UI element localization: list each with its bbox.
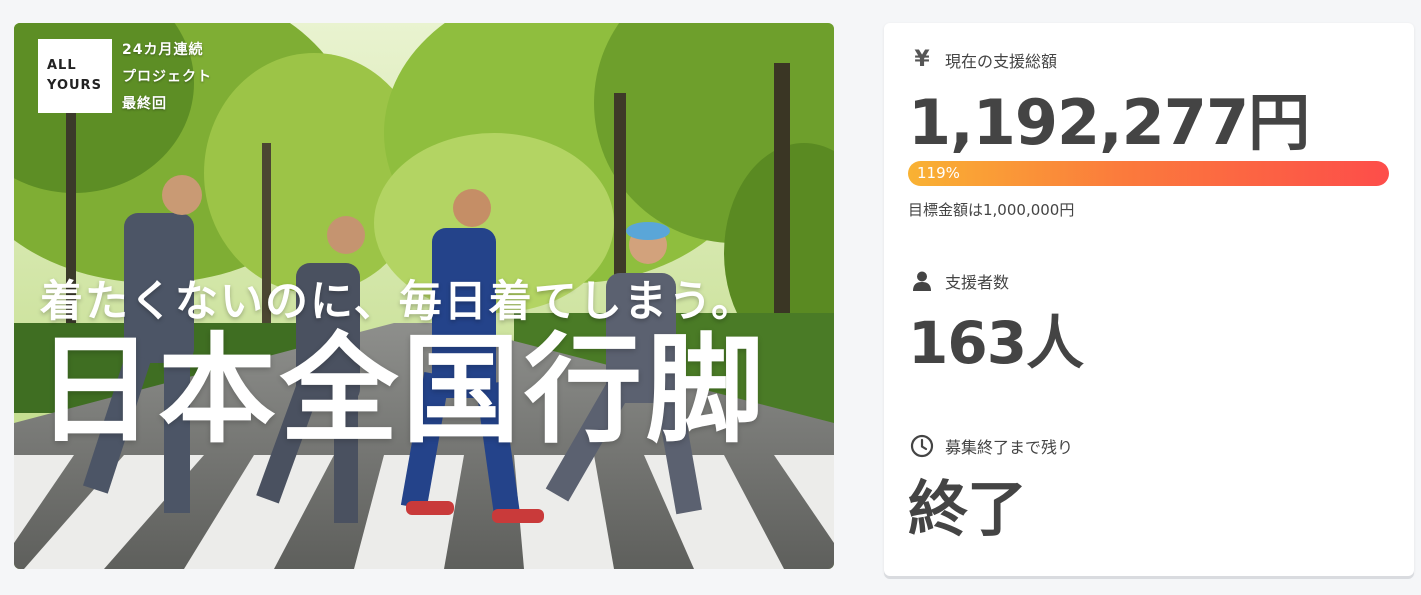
progress-percent: 119%: [917, 164, 960, 182]
yen-icon: ¥: [914, 47, 930, 72]
amount-label-row: ¥ 現在の支援総額: [908, 47, 1057, 72]
remaining-value: 終了: [908, 475, 1027, 545]
supporters-label: 支援者数: [945, 273, 1010, 292]
all-yours-logo: ALL YOURS: [38, 39, 112, 113]
hero-title: 日本全国行脚: [36, 321, 769, 459]
hero-catchphrase: 着たくないのに、毎日着てしまう。: [40, 277, 757, 327]
supporters-label-row: 支援者数: [908, 269, 1009, 293]
amount-label: 現在の支援総額: [945, 51, 1058, 71]
remaining-label: 募集終了まで残り: [945, 438, 1074, 457]
remaining-label-row: 募集終了まで残り: [908, 434, 1073, 458]
funding-stats-card: ¥ 現在の支援総額 1,192,277円 119% 目標金額は1,000,000…: [884, 23, 1414, 576]
series-caption: 24カ月連続 プロジェクト 最終回: [122, 37, 212, 118]
series-line-1: 24カ月連続: [122, 42, 204, 58]
person-icon: [908, 271, 936, 291]
project-hero-image: ALL YOURS 24カ月連続 プロジェクト 最終回 着たくないのに、毎日着て…: [14, 23, 834, 569]
logo-line-1: ALL: [47, 58, 77, 73]
series-line-2: プロジェクト: [122, 69, 212, 85]
supporters-value: 163人: [908, 309, 1084, 377]
series-line-3: 最終回: [122, 96, 167, 112]
logo-line-2: YOURS: [47, 78, 102, 93]
clock-icon: [908, 434, 936, 458]
funding-progress-bar: 119%: [908, 161, 1389, 186]
amount-value: 1,192,277円: [908, 86, 1310, 159]
goal-amount: 目標金額は1,000,000円: [908, 201, 1075, 219]
